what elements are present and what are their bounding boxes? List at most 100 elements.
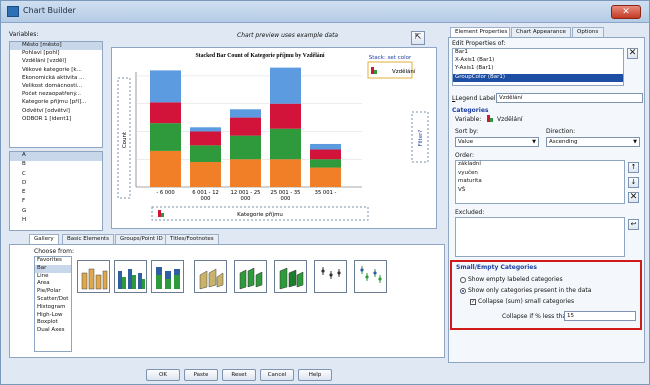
order-item[interactable]: základní (456, 161, 624, 170)
excluded-label: Excluded: (455, 209, 485, 216)
chart-type-item[interactable]: Favorites (35, 257, 71, 265)
order-item[interactable]: VŠ (456, 187, 624, 196)
help-button[interactable]: Help (298, 369, 332, 381)
variable-item[interactable]: Odvětví [odvětví] (10, 108, 102, 116)
legend-label-input[interactable]: Vzdělání (496, 93, 643, 103)
bar-segment (230, 117, 261, 136)
close-button[interactable]: ✕ (611, 5, 641, 19)
variable-item[interactable]: Pohlaví [pohl] (10, 50, 102, 58)
category-item[interactable]: F (10, 198, 102, 207)
variable-item[interactable]: Kategorie příjmu [pří]... (10, 99, 102, 107)
chart-type-item[interactable]: Dual Axes (35, 327, 71, 335)
show-empty-radio[interactable] (460, 276, 466, 283)
bar-segment (270, 67, 301, 104)
chart-type-item[interactable]: Area (35, 280, 71, 288)
chart-type-list[interactable]: Favorites Bar Line Area Pie/Polar Scatter/Dot… (34, 256, 72, 352)
order-item[interactable]: maturita (456, 178, 624, 187)
order-item[interactable]: vyučen (456, 170, 624, 179)
move-up-button[interactable]: ↑ (628, 162, 639, 173)
chart-type-item[interactable]: Line (35, 273, 71, 281)
tab-gallery[interactable]: Gallery (29, 234, 59, 244)
paste-button[interactable]: Paste (184, 369, 218, 381)
category-item[interactable]: E (10, 189, 102, 198)
chart-type-item[interactable]: Boxplot (35, 319, 71, 327)
variable-icon (487, 115, 495, 122)
legend-label-caption: LLegend Label: (452, 95, 498, 102)
chart-builder-window: Chart Builder ✕ Variables: Město [město]… (0, 0, 650, 385)
variable-item[interactable]: Vzdělání [vzděl] (10, 58, 102, 66)
category-item[interactable]: G (10, 208, 102, 217)
excluded-list[interactable] (455, 217, 625, 257)
tab-options[interactable]: Options (572, 27, 604, 37)
bar-segment (230, 109, 261, 118)
variables-list[interactable]: Město [město] Pohlaví [pohl] Vzdělání [vzd… (9, 41, 103, 148)
category-item[interactable]: A (10, 152, 102, 162)
delete-element-button[interactable]: ✕ (627, 48, 638, 59)
x-tick-labels: - 6 000 6 001 - 12 000 12 001 - 25 000 25 001… (156, 190, 336, 202)
sort-by-dropdown[interactable]: Value ▼ (455, 137, 539, 147)
variable-item[interactable]: Věkové kategorie [k... (10, 67, 102, 75)
clustered-bar-thumbnail[interactable] (114, 260, 147, 293)
legend-item-label: Vzdělání (392, 68, 416, 75)
include-button[interactable]: ↩ (628, 219, 639, 230)
variable-item[interactable]: Velikost domácnosti... (10, 83, 102, 91)
chart-type-item[interactable]: Bar (35, 264, 71, 273)
category-item[interactable]: H (10, 217, 102, 226)
tab-chart-appearance[interactable]: Chart Appearance (511, 27, 571, 37)
chart-canvas[interactable]: Stacked Bar Count of Kategorie příjmu by… (111, 47, 437, 229)
clustered-error-bar-thumbnail[interactable] (354, 260, 387, 293)
variables-label: Variables: (9, 31, 39, 38)
reset-button[interactable]: Reset (222, 369, 256, 381)
tab-basic-elements[interactable]: Basic Elements (62, 234, 114, 244)
simple-bar-thumbnail[interactable] (77, 260, 110, 293)
bar-segment (270, 128, 301, 160)
edit-properties-list[interactable]: Bar1 X-Axis1 (Bar1) Y-Axis1 (Bar1) GroupCol… (452, 48, 624, 86)
chart-type-item[interactable]: Histogram (35, 304, 71, 312)
cancel-button[interactable]: Cancel (260, 369, 294, 381)
element-item[interactable]: GroupColor (Bar1) (453, 73, 623, 82)
simple-error-bar-thumbnail[interactable] (314, 260, 347, 293)
variable-item[interactable]: Počet nezaopatřený... (10, 91, 102, 99)
chart-type-item[interactable]: Scatter/Dot (35, 296, 71, 304)
category-item[interactable]: D (10, 180, 102, 189)
category-item[interactable]: B (10, 161, 102, 170)
tab-element-properties[interactable]: Element Properties (450, 27, 510, 37)
3d-stacked-bar-thumbnail[interactable] (274, 260, 307, 293)
chart-type-item[interactable]: Pie/Polar (35, 288, 71, 296)
move-down-button[interactable]: ↓ (628, 177, 639, 188)
collapse-checkbox[interactable]: ✓ (470, 298, 476, 305)
show-only-present-option[interactable]: Show only categories present in the data (460, 287, 591, 294)
expand-preview-button[interactable]: ⇱ (411, 31, 425, 45)
bar-segment (270, 103, 301, 129)
element-item[interactable]: Y-Axis1 (Bar1) (453, 65, 623, 73)
show-only-present-radio[interactable] (460, 287, 466, 294)
stack-label: Stack: set color (369, 55, 412, 61)
ok-button[interactable]: OK (146, 369, 180, 381)
tab-titles-footnotes[interactable]: Titles/Footnotes (165, 234, 219, 244)
3d-clustered-bar-thumbnail[interactable] (234, 260, 267, 293)
stacked-bar-thumbnail[interactable] (151, 260, 184, 293)
variable-item[interactable]: ODBOR 1 [ident1] (10, 116, 102, 124)
bar-segment (150, 70, 181, 103)
show-empty-option[interactable]: Show empty labeled categories (460, 276, 563, 283)
legend-variable-icon-bar (374, 70, 377, 74)
bars-group (150, 67, 341, 187)
category-item[interactable]: C (10, 171, 102, 180)
variable-item[interactable]: Ekonomická aktivita ... (10, 75, 102, 83)
chart-type-item[interactable]: High-Low (35, 312, 71, 320)
variable-item[interactable]: Město [město] (10, 42, 102, 51)
edit-properties-label: Edit Properties of: (452, 40, 506, 47)
variable-value: Vzdělání (497, 116, 523, 123)
order-label: Order: (455, 152, 474, 159)
element-item[interactable]: X-Axis1 (Bar1) (453, 57, 623, 65)
3d-simple-bar-thumbnail[interactable] (194, 260, 227, 293)
direction-dropdown[interactable]: Ascending ▼ (546, 137, 640, 147)
collapse-percent-input[interactable]: 15 (564, 311, 636, 321)
element-item[interactable]: Bar1 (453, 49, 623, 57)
tab-groups-point-id[interactable]: Groups/Point ID (115, 234, 168, 244)
bar-segment (310, 149, 341, 160)
collapse-option[interactable]: ✓ Collapse (sum) small categories (470, 298, 574, 305)
order-list[interactable]: základní vyučen maturita VŠ (455, 160, 625, 204)
category-list[interactable]: ABCDEFGH (9, 151, 103, 231)
exclude-button[interactable]: ✕ (628, 192, 639, 203)
